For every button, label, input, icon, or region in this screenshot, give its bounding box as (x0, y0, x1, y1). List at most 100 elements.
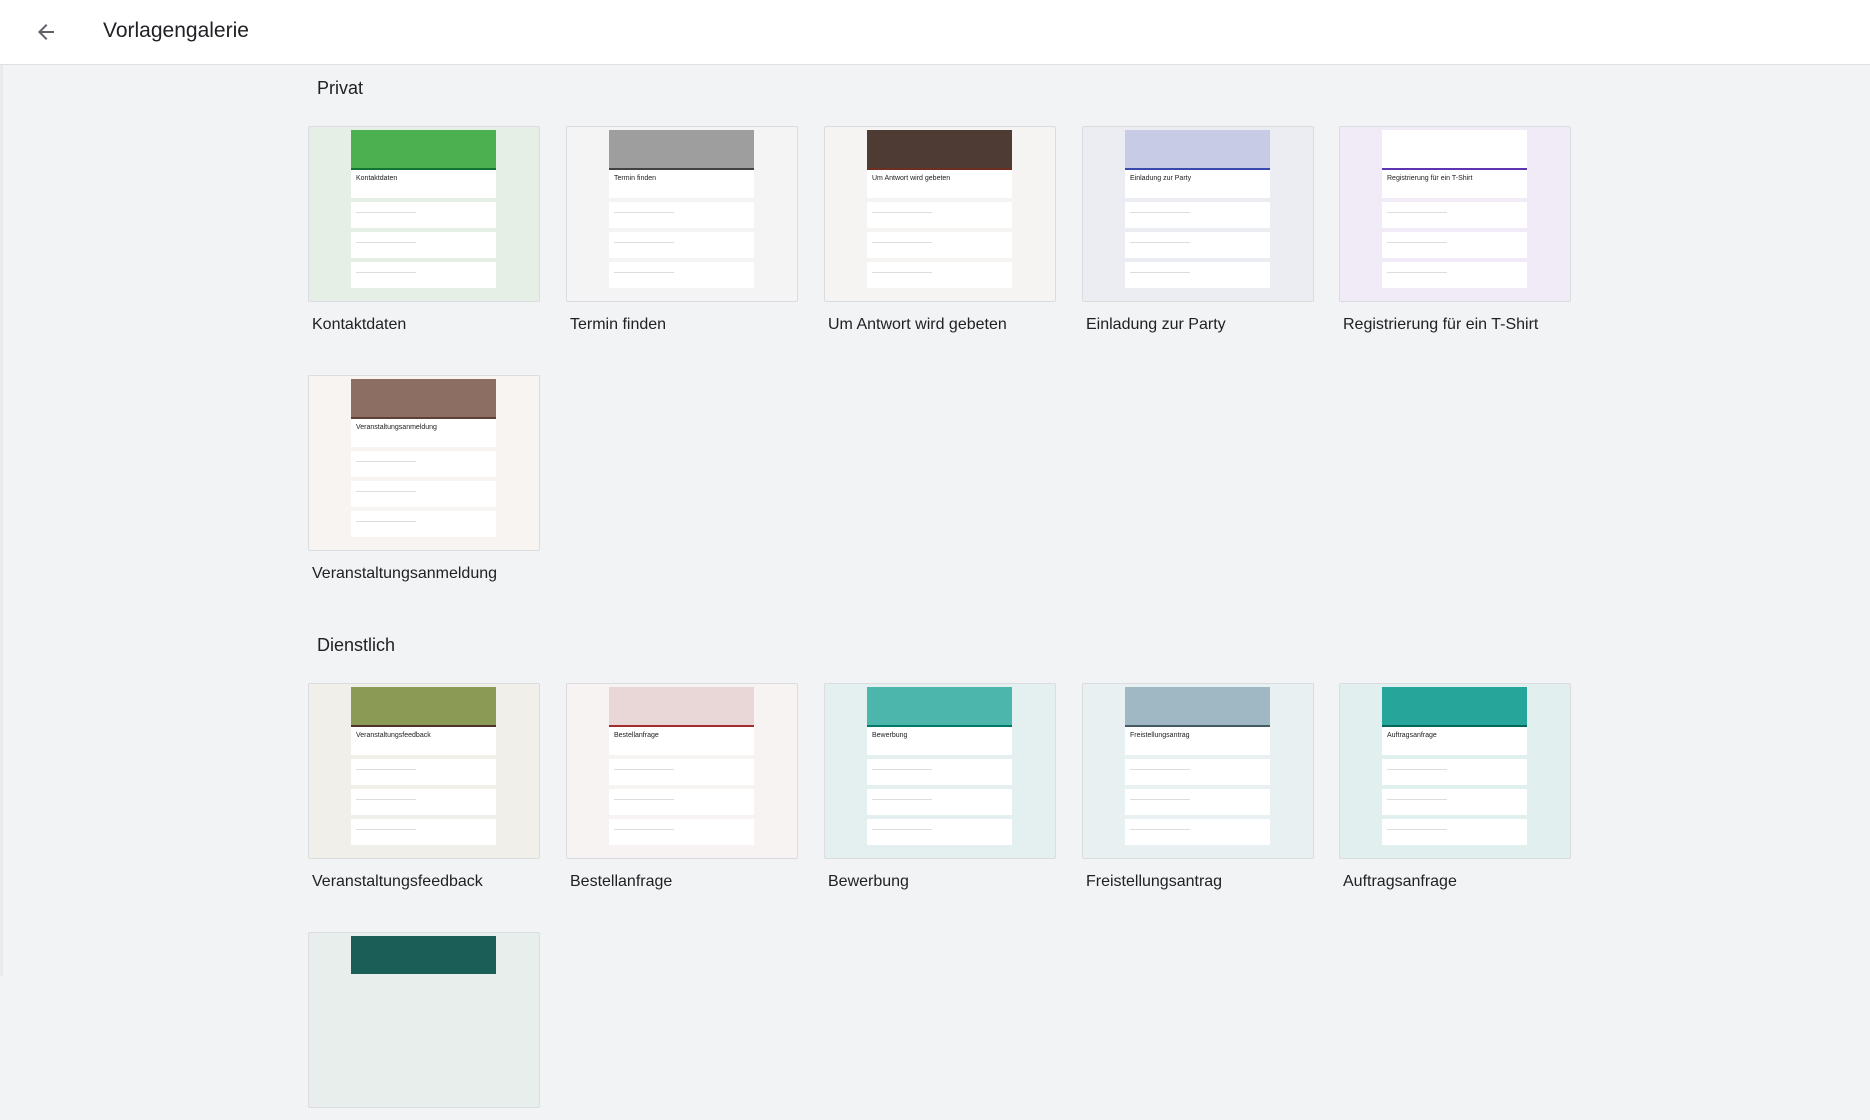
template-card[interactable]: Bestellanfrage Bestellanfrage (566, 683, 798, 893)
form-preview-question (609, 232, 754, 258)
window-left-border (0, 0, 3, 976)
form-preview-question (867, 789, 1012, 815)
form-header-image (351, 936, 496, 974)
form-preview-answer-line (872, 266, 932, 273)
template-thumbnail[interactable]: Bewerbung (824, 683, 1056, 859)
form-preview-question (1125, 819, 1270, 845)
form-preview: Veranstaltungsfeedback (351, 687, 496, 858)
template-thumbnail[interactable]: Veranstaltungsfeedback (308, 683, 540, 859)
form-header-image (1382, 130, 1527, 168)
template-thumbnail[interactable]: Um Antwort wird gebeten (824, 126, 1056, 302)
form-header-image (609, 130, 754, 168)
template-thumbnail[interactable]: Veranstaltungsanmeldung (308, 375, 540, 551)
form-title-box: Veranstaltungsfeedback (351, 725, 496, 755)
form-preview-question (1125, 789, 1270, 815)
template-label: Freistellungsantrag (1086, 873, 1223, 890)
form-preview-question (351, 759, 496, 785)
template-card[interactable]: Registrierung für ein T-Shirt Registrieru… (1339, 126, 1571, 336)
form-header-image (351, 687, 496, 725)
form-title-box: Einladung zur Party (1125, 168, 1270, 198)
template-card[interactable]: Auftragsanfrage Auftragsanfrage (1339, 683, 1571, 893)
form-preview-question (867, 759, 1012, 785)
form-preview-question (351, 481, 496, 507)
form-preview-answer-line (356, 763, 416, 770)
form-preview-question (1125, 202, 1270, 228)
form-header-image (1125, 130, 1270, 168)
form-preview-answer-line (614, 823, 674, 830)
template-label: Veranstaltungsanmeldung (312, 565, 498, 582)
form-preview-answer-line (1130, 823, 1190, 830)
template-card[interactable] (308, 932, 540, 1120)
form-preview-answer-line (1130, 206, 1190, 213)
form-preview-question (351, 202, 496, 228)
form-title-box: Kontaktdaten (351, 168, 496, 198)
form-header-image (867, 130, 1012, 168)
template-thumbnail[interactable]: Auftragsanfrage (1339, 683, 1571, 859)
form-preview (351, 936, 496, 1107)
form-title-box: Bestellanfrage (609, 725, 754, 755)
template-thumbnail[interactable] (308, 932, 540, 1108)
form-preview-answer-line (872, 763, 932, 770)
form-preview-question (609, 202, 754, 228)
form-preview-answer-line (1387, 793, 1447, 800)
form-preview-question (1382, 819, 1527, 845)
form-title-box: Termin finden (609, 168, 754, 198)
form-preview-question (351, 262, 496, 288)
form-preview-title: Termin finden (614, 175, 657, 182)
template-card[interactable]: Veranstaltungsanmeldung Veranstaltungsanm… (308, 375, 540, 585)
template-card[interactable]: Kontaktdaten Kontaktdaten (308, 126, 540, 336)
form-header-image (867, 687, 1012, 725)
form-header-image (1125, 687, 1270, 725)
template-thumbnail[interactable]: Registrierung für ein T-Shirt (1339, 126, 1571, 302)
form-preview-question (1125, 232, 1270, 258)
form-preview-title: Veranstaltungsfeedback (356, 732, 431, 739)
form-preview-answer-line (356, 455, 416, 462)
form-preview-title: Auftragsanfrage (1387, 732, 1437, 739)
template-thumbnail[interactable]: Bestellanfrage (566, 683, 798, 859)
template-label: Kontaktdaten (312, 316, 407, 333)
template-card[interactable]: Bewerbung Bewerbung (824, 683, 1056, 893)
form-preview-title: Bewerbung (872, 732, 908, 739)
form-header-image (609, 687, 754, 725)
form-preview-title: Veranstaltungsanmeldung (356, 424, 437, 431)
form-preview-answer-line (614, 236, 674, 243)
template-label: Registrierung für ein T-Shirt (1343, 316, 1539, 333)
form-preview-answer-line (872, 793, 932, 800)
form-preview: Bewerbung (867, 687, 1012, 858)
form-preview-answer-line (356, 485, 416, 492)
template-label: Bestellanfrage (570, 873, 673, 890)
template-thumbnail[interactable]: Termin finden (566, 126, 798, 302)
form-preview-answer-line (614, 763, 674, 770)
form-preview-answer-line (1387, 206, 1447, 213)
back-button[interactable] (24, 10, 68, 54)
form-preview-answer-line (1130, 236, 1190, 243)
form-preview-answer-line (614, 206, 674, 213)
form-preview-answer-line (1387, 823, 1447, 830)
template-thumbnail[interactable]: Kontaktdaten (308, 126, 540, 302)
form-title-box: Bewerbung (867, 725, 1012, 755)
template-thumbnail[interactable]: Einladung zur Party (1082, 126, 1314, 302)
template-card[interactable]: Um Antwort wird gebeten Um Antwort wird g… (824, 126, 1056, 336)
template-card[interactable]: Veranstaltungsfeedback Veranstaltungsfeed… (308, 683, 540, 893)
form-preview: Freistellungsantrag (1125, 687, 1270, 858)
section-title-private: Privat (317, 78, 364, 98)
form-preview-answer-line (872, 236, 932, 243)
form-preview-question (867, 202, 1012, 228)
form-header-image (351, 130, 496, 168)
template-thumbnail[interactable]: Freistellungsantrag (1082, 683, 1314, 859)
template-card[interactable]: Termin finden Termin finden (566, 126, 798, 336)
form-preview-answer-line (1387, 763, 1447, 770)
form-preview: Auftragsanfrage (1382, 687, 1527, 858)
template-label: Veranstaltungsfeedback (312, 873, 483, 890)
arrow-back-icon (38, 24, 54, 40)
template-card[interactable]: Freistellungsantrag Freistellungsantrag (1082, 683, 1314, 893)
form-preview-answer-line (356, 266, 416, 273)
template-label: Termin finden (570, 316, 667, 333)
form-title-box: Um Antwort wird gebeten (867, 168, 1012, 198)
template-card[interactable]: Einladung zur Party Einladung zur Party (1082, 126, 1314, 336)
form-preview-question (1382, 789, 1527, 815)
form-preview-answer-line (1130, 793, 1190, 800)
form-preview-question (609, 262, 754, 288)
form-preview: Veranstaltungsanmeldung (351, 379, 496, 550)
form-preview: Registrierung für ein T-Shirt (1382, 130, 1527, 301)
